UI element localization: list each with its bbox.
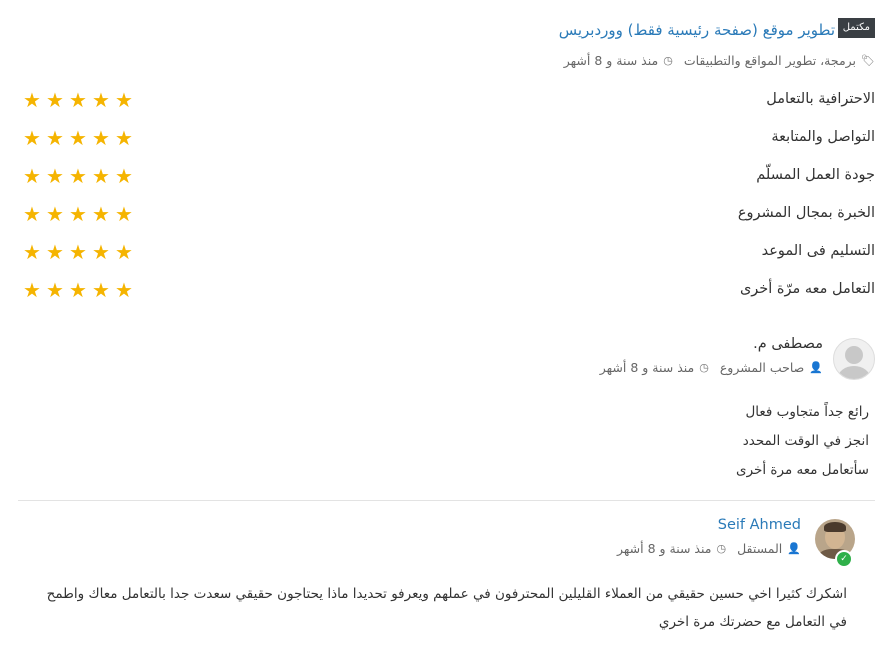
rating-row: التعامل معه مرّة أخرى ★ ★ ★ ★ ★ <box>18 277 875 315</box>
user-silhouette-icon <box>845 346 863 364</box>
user-icon: 👤 <box>787 542 801 555</box>
star-icon: ★ <box>23 164 41 188</box>
star-icon: ★ <box>46 202 64 226</box>
star-icon: ★ <box>69 240 87 264</box>
rating-label: الخبرة بمجال المشروع <box>737 205 875 221</box>
star-rating: ★ ★ ★ ★ ★ <box>22 242 134 262</box>
divider <box>18 500 875 501</box>
rating-row: جودة العمل المسلّم ★ ★ ★ ★ ★ <box>18 163 875 201</box>
review-author-link[interactable]: مصطفى م. <box>753 336 823 352</box>
review-author-role: صاحب المشروع <box>719 360 805 375</box>
star-icon: ★ <box>69 278 87 302</box>
star-icon: ★ <box>69 164 87 188</box>
review-text: رائع جداً متجاوب فعال انجز في الوقت المح… <box>736 398 869 485</box>
review-line: رائع جداً متجاوب فعال <box>745 404 869 420</box>
star-icon: ★ <box>92 202 110 226</box>
star-icon: ★ <box>46 88 64 112</box>
star-icon: ★ <box>23 126 41 150</box>
star-icon: ★ <box>92 126 110 150</box>
rating-label: التواصل والمتابعة <box>771 129 875 145</box>
rating-label: الاحترافية بالتعامل <box>766 91 875 107</box>
review-line: انجز في الوقت المحدد <box>742 433 869 449</box>
star-rating: ★ ★ ★ ★ ★ <box>22 90 134 110</box>
rating-row: الخبرة بمجال المشروع ★ ★ ★ ★ ★ <box>18 201 875 239</box>
star-rating: ★ ★ ★ ★ ★ <box>22 280 134 300</box>
star-icon: ★ <box>115 240 133 264</box>
reply-text: اشكرك كثيرا اخي حسين حقيقي من العملاء ال… <box>46 586 847 630</box>
rating-label: جودة العمل المسلّم <box>756 167 875 183</box>
verified-check-icon: ✓ <box>835 550 853 568</box>
clock-icon: ◷ <box>699 361 709 374</box>
star-icon: ★ <box>115 278 133 302</box>
project-time: منذ سنة و 8 أشهر <box>563 53 659 68</box>
star-icon: ★ <box>46 278 64 302</box>
star-icon: ★ <box>115 88 133 112</box>
star-icon: ★ <box>92 164 110 188</box>
rating-row: التواصل والمتابعة ★ ★ ★ ★ ★ <box>18 125 875 163</box>
clock-icon: ◷ <box>663 54 673 67</box>
review-line: سأتعامل معه مرة أخرى <box>736 462 869 478</box>
star-icon: ★ <box>115 126 133 150</box>
star-icon: ★ <box>115 202 133 226</box>
star-icon: ★ <box>46 164 64 188</box>
tag-icon: 🏷 <box>861 54 875 67</box>
review-meta: 👤 صاحب المشروع ◷ منذ سنة و 8 أشهر <box>600 360 823 375</box>
star-icon: ★ <box>115 164 133 188</box>
reply-author-role: المستقل <box>737 541 783 556</box>
star-icon: ★ <box>69 126 87 150</box>
star-icon: ★ <box>92 278 110 302</box>
star-icon: ★ <box>23 278 41 302</box>
rating-row: التسليم فى الموعد ★ ★ ★ ★ ★ <box>18 239 875 277</box>
star-icon: ★ <box>23 202 41 226</box>
star-icon: ★ <box>69 202 87 226</box>
rating-label: التسليم فى الموعد <box>761 243 875 259</box>
review-time: منذ سنة و 8 أشهر <box>599 360 695 375</box>
rating-row: الاحترافية بالتعامل ★ ★ ★ ★ ★ <box>18 87 875 125</box>
star-icon: ★ <box>46 240 64 264</box>
star-icon: ★ <box>46 126 64 150</box>
star-rating: ★ ★ ★ ★ ★ <box>22 166 134 186</box>
reply-meta: 👤 المستقل ◷ منذ سنة و 8 أشهر <box>617 541 801 556</box>
star-icon: ★ <box>23 88 41 112</box>
project-title-link[interactable]: تطوير موقع (صفحة رئيسية فقط) ووردبريس <box>559 18 835 42</box>
project-meta: 🏷 برمجة، تطوير المواقع والتطبيقات ◷ منذ … <box>564 53 875 68</box>
star-icon: ★ <box>69 88 87 112</box>
project-tags[interactable]: برمجة، تطوير المواقع والتطبيقات <box>684 53 856 68</box>
rating-label: التعامل معه مرّة أخرى <box>739 281 875 297</box>
avatar[interactable] <box>833 338 875 380</box>
ratings-list: الاحترافية بالتعامل ★ ★ ★ ★ ★ التواصل والمتا… <box>18 87 875 315</box>
star-icon: ★ <box>92 240 110 264</box>
star-icon: ★ <box>92 88 110 112</box>
star-icon: ★ <box>23 240 41 264</box>
reply-author-link[interactable]: Seif Ahmed <box>718 517 801 533</box>
status-badge: مكتمل <box>837 18 875 38</box>
star-rating: ★ ★ ★ ★ ★ <box>22 128 134 148</box>
user-icon: 👤 <box>809 361 823 374</box>
star-rating: ★ ★ ★ ★ ★ <box>22 204 134 224</box>
clock-icon: ◷ <box>716 542 727 555</box>
reply-time: منذ سنة و 8 أشهر <box>616 541 712 556</box>
